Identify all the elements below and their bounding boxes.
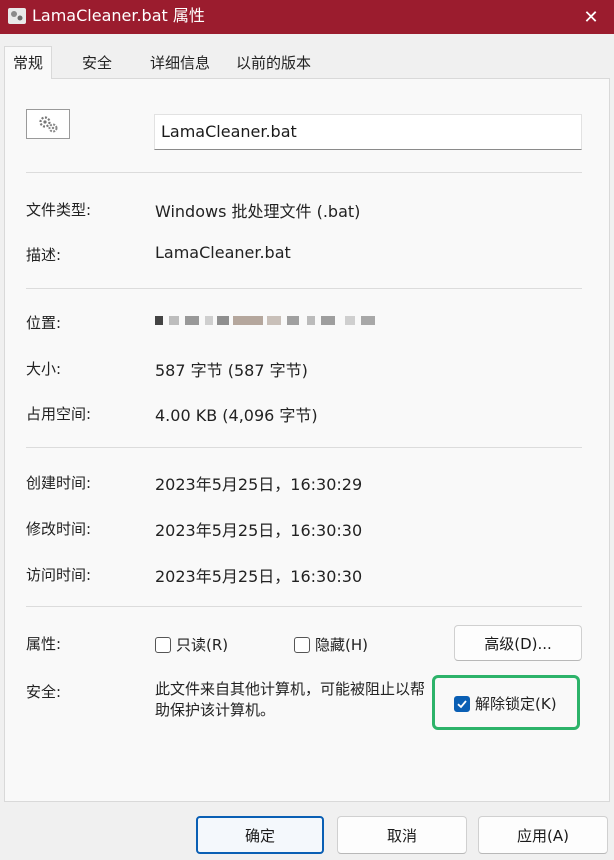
description-value: LamaCleaner.bat bbox=[155, 243, 291, 262]
modified-value: 2023年5月25日，16:30:30 bbox=[155, 521, 363, 540]
tab-previous-versions[interactable]: 以前的版本 bbox=[228, 50, 319, 76]
batch-file-icon bbox=[8, 8, 26, 24]
size-label: 大小: bbox=[26, 360, 62, 378]
accessed-value: 2023年5月25日，16:30:30 bbox=[155, 567, 363, 586]
checkbox-box[interactable] bbox=[294, 636, 310, 653]
hidden-label: 隐藏(H) bbox=[315, 636, 368, 654]
checkbox-box[interactable] bbox=[155, 636, 171, 653]
readonly-checkbox[interactable]: 只读(R) bbox=[155, 634, 228, 655]
disk-size-label: 占用空间: bbox=[26, 405, 92, 423]
title-bar: LamaCleaner.bat 属性 ✕ bbox=[0, 0, 614, 34]
hidden-checkbox[interactable]: 隐藏(H) bbox=[294, 634, 368, 655]
window-title: LamaCleaner.bat 属性 bbox=[32, 6, 205, 25]
highlight-box bbox=[432, 675, 580, 730]
close-icon[interactable]: ✕ bbox=[568, 0, 614, 34]
gear-file-icon bbox=[26, 109, 70, 139]
divider bbox=[26, 447, 582, 448]
security-message: 此文件来自其他计算机，可能被阻止以帮助保护该计算机。 bbox=[155, 680, 426, 719]
advanced-button[interactable]: 高级(D)... bbox=[454, 625, 582, 661]
divider bbox=[26, 288, 582, 289]
ok-button[interactable]: 确定 bbox=[196, 816, 324, 854]
readonly-label: 只读(R) bbox=[176, 636, 229, 654]
location-label: 位置: bbox=[26, 314, 62, 332]
tab-details[interactable]: 详细信息 bbox=[142, 50, 218, 76]
modified-label: 修改时间: bbox=[26, 520, 92, 538]
accessed-label: 访问时间: bbox=[26, 566, 92, 584]
tab-strip: 常规 安全 详细信息 以前的版本 bbox=[0, 44, 614, 79]
tab-security[interactable]: 安全 bbox=[74, 50, 120, 76]
apply-button[interactable]: 应用(A) bbox=[478, 816, 608, 854]
tab-general[interactable]: 常规 bbox=[4, 46, 53, 79]
type-value: Windows 批处理文件 (.bat) bbox=[155, 202, 361, 221]
disk-size-value: 4.00 KB (4,096 字节) bbox=[155, 406, 318, 425]
divider bbox=[26, 172, 582, 173]
description-label: 描述: bbox=[26, 246, 62, 264]
file-name-field[interactable]: LamaCleaner.bat bbox=[154, 114, 582, 150]
blurred-location-value bbox=[155, 314, 380, 326]
created-value: 2023年5月25日，16:30:29 bbox=[155, 475, 363, 494]
size-value: 587 字节 (587 字节) bbox=[155, 361, 308, 380]
cancel-button[interactable]: 取消 bbox=[337, 816, 467, 854]
security-label: 安全: bbox=[26, 683, 62, 701]
attributes-label: 属性: bbox=[26, 635, 62, 653]
created-label: 创建时间: bbox=[26, 474, 92, 492]
divider bbox=[26, 606, 582, 607]
type-label: 文件类型: bbox=[26, 201, 92, 219]
